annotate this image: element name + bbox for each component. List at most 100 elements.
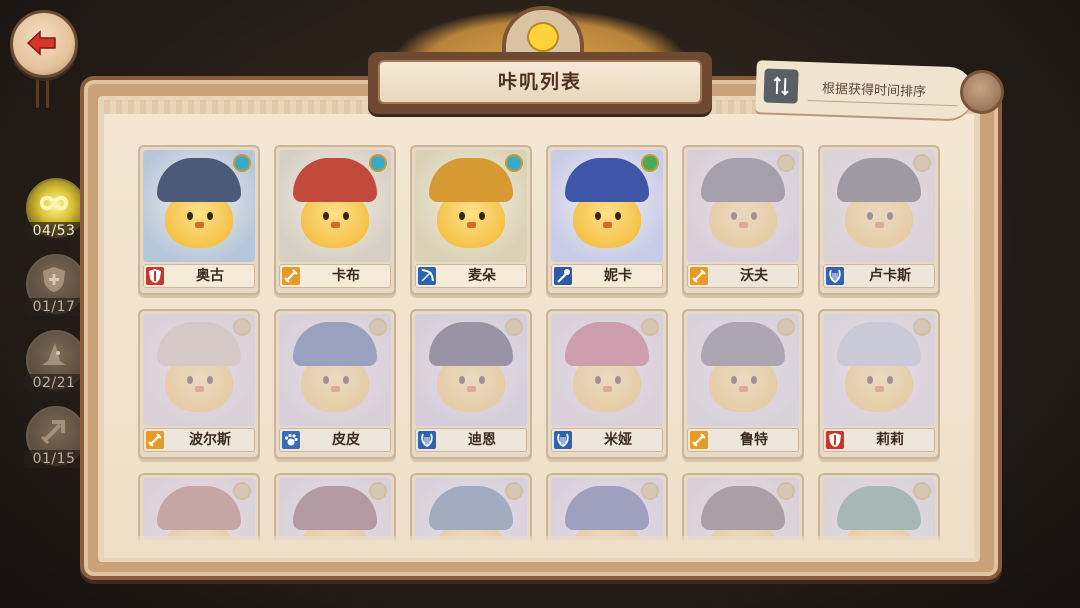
character-portrait	[551, 150, 663, 262]
character-hat	[565, 322, 649, 366]
chick-eye	[207, 376, 213, 384]
character-name: 迪恩	[468, 432, 496, 448]
character-card[interactable]: 米娅	[546, 309, 668, 459]
sort-underline	[807, 100, 958, 107]
character-hat	[429, 486, 513, 530]
chick-body	[709, 354, 777, 412]
character-label: 迪恩	[415, 428, 527, 452]
character-card[interactable]	[274, 473, 396, 540]
filter-archer[interactable]: 01/15	[24, 406, 86, 472]
chick-body	[301, 354, 369, 412]
character-card[interactable]	[818, 473, 940, 540]
character-card[interactable]: 麦朵	[410, 145, 532, 295]
sword-icon	[690, 267, 708, 285]
gem-icon	[505, 318, 523, 336]
page-title: 咔叽列表	[378, 60, 702, 104]
gem-icon	[369, 482, 387, 500]
character-hat	[157, 486, 241, 530]
chick-eye	[731, 212, 737, 220]
character-card[interactable]: 迪恩	[410, 309, 532, 459]
chick-body	[845, 354, 913, 412]
character-label: 沃夫	[687, 264, 799, 288]
chick-body	[573, 354, 641, 412]
gem-icon	[641, 154, 659, 172]
chick-beak	[467, 386, 476, 392]
chick-beak	[331, 386, 340, 392]
chick-eye	[887, 212, 893, 220]
filter-count: 04/53	[24, 222, 84, 240]
character-card[interactable]: 卡布	[274, 145, 396, 295]
character-grid[interactable]: 奥古 卡布 麦朵 妮卡 沃夫 卢卡斯波尔斯 皮皮 迪恩 米娅 鲁特 莉莉	[138, 145, 944, 540]
sword-icon	[690, 431, 708, 449]
character-name: 卡布	[332, 268, 360, 284]
chick-eye	[343, 376, 349, 384]
chick-eye	[751, 212, 757, 220]
character-portrait	[687, 314, 799, 426]
character-hat	[701, 486, 785, 530]
bow-icon	[418, 267, 436, 285]
sort-knob-icon	[960, 70, 1004, 114]
character-portrait	[823, 314, 935, 426]
filter-all[interactable]: 04/53	[24, 178, 86, 244]
lyre-icon	[554, 431, 572, 449]
shield-icon	[146, 267, 164, 285]
character-hat	[701, 158, 785, 202]
gem-icon	[505, 154, 523, 172]
filter-healer[interactable]: 01/17	[24, 254, 86, 320]
character-label: 麦朵	[415, 264, 527, 288]
chick-eye	[867, 212, 873, 220]
chick-eye	[615, 212, 621, 220]
back-button[interactable]	[10, 10, 78, 78]
character-portrait	[415, 314, 527, 426]
chick-eye	[459, 376, 465, 384]
gem-icon	[369, 318, 387, 336]
grid-fade	[104, 536, 974, 558]
character-card[interactable]	[138, 473, 260, 540]
character-name: 莉莉	[876, 432, 904, 448]
gem-icon	[369, 154, 387, 172]
chick-beak	[739, 386, 748, 392]
character-portrait	[279, 314, 391, 426]
chick-eye	[615, 376, 621, 384]
character-card[interactable]	[546, 473, 668, 540]
character-card[interactable]: 波尔斯	[138, 309, 260, 459]
character-label: 卡布	[279, 264, 391, 288]
filter-count: 01/15	[24, 450, 84, 468]
character-card[interactable]: 妮卡	[546, 145, 668, 295]
character-card[interactable]: 奥古	[138, 145, 260, 295]
chick-beak	[603, 222, 612, 228]
chick-body	[845, 190, 913, 248]
character-card[interactable]: 鲁特	[682, 309, 804, 459]
sword-icon	[146, 431, 164, 449]
character-name: 妮卡	[604, 268, 632, 284]
character-portrait	[143, 150, 255, 262]
sort-label: 根据获得时间排序	[821, 81, 927, 101]
sort-button[interactable]: 根据获得时间排序	[755, 60, 975, 120]
chick-beak	[195, 386, 204, 392]
character-card[interactable]: 皮皮	[274, 309, 396, 459]
lyre-icon	[826, 267, 844, 285]
character-card[interactable]	[682, 473, 804, 540]
chick-eye	[207, 212, 213, 220]
character-label: 妮卡	[551, 264, 663, 288]
character-card[interactable]: 卢卡斯	[818, 145, 940, 295]
character-card[interactable]	[410, 473, 532, 540]
character-card[interactable]: 莉莉	[818, 309, 940, 459]
filter-mage[interactable]: 02/21	[24, 330, 86, 396]
character-name: 卢卡斯	[869, 268, 911, 284]
chick-beak	[875, 386, 884, 392]
chick-eye	[751, 376, 757, 384]
chick-emblem-icon	[527, 22, 559, 52]
character-card[interactable]: 沃夫	[682, 145, 804, 295]
chick-eye	[479, 376, 485, 384]
chick-eye	[867, 376, 873, 384]
character-portrait	[279, 150, 391, 262]
character-portrait	[823, 150, 935, 262]
character-name: 沃夫	[740, 268, 768, 284]
character-name: 波尔斯	[189, 432, 231, 448]
chick-eye	[323, 376, 329, 384]
character-portrait	[687, 478, 799, 540]
character-portrait	[551, 478, 663, 540]
lyre-icon	[418, 431, 436, 449]
character-portrait	[823, 478, 935, 540]
